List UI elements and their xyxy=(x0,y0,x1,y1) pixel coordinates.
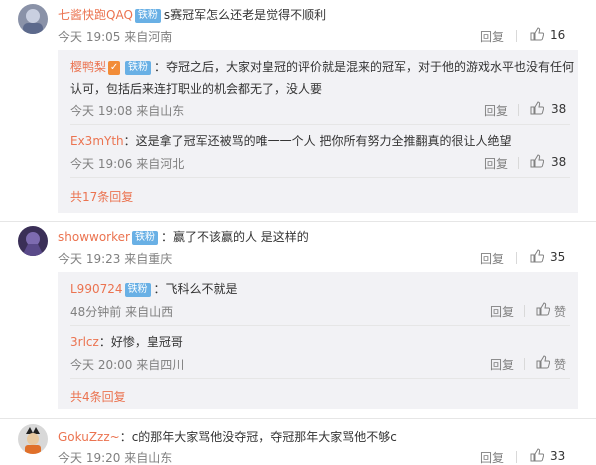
reply-button[interactable]: 回复 xyxy=(480,28,504,45)
reply-button[interactable]: 回复 xyxy=(490,356,514,373)
reply-text: ：飞科么不就是 xyxy=(153,282,238,296)
comment-meta: 今天 19:20 来自山东 xyxy=(58,451,173,465)
thumbs-up-icon[interactable] xyxy=(536,355,551,369)
divider xyxy=(518,157,519,169)
reply-meta: 今天 20:00 来自四川 xyxy=(70,358,185,372)
more-replies-link[interactable]: 共4条回复 xyxy=(70,388,126,405)
reply-text: ：好惨，皇冠哥 xyxy=(98,335,183,349)
thumbs-up-icon[interactable] xyxy=(530,101,545,115)
like-count: 33 xyxy=(550,449,566,463)
divider xyxy=(70,378,570,379)
divider xyxy=(516,451,517,463)
reply-meta: 48分钟前 来自山西 xyxy=(70,305,174,319)
reply-username[interactable]: L990724 xyxy=(70,282,123,296)
divider xyxy=(70,124,570,125)
reply-username[interactable]: Ex3mYth xyxy=(70,134,124,148)
divider xyxy=(70,325,570,326)
divider xyxy=(0,418,596,419)
like-count: 赞 xyxy=(554,358,567,372)
reply-button[interactable]: 回复 xyxy=(484,155,508,172)
reply-username[interactable]: 3rlcz xyxy=(70,335,99,349)
reply-button[interactable]: 回复 xyxy=(490,303,514,320)
comment-meta: 今天 19:23 来自重庆 xyxy=(58,252,173,266)
like-count: 赞 xyxy=(554,305,567,319)
reply-text: ：夺冠之后，大家对皇冠的评价就是混来的冠军，对于他的游戏水平也没有任何 xyxy=(154,60,575,74)
vip-icon: ✓ xyxy=(108,61,121,75)
avatar[interactable] xyxy=(18,424,48,454)
comment-text: s赛冠军怎么还老是觉得不顺利 xyxy=(163,8,327,22)
fan-badge: 铁粉 xyxy=(124,283,151,297)
reply-meta: 今天 19:08 来自山东 xyxy=(70,104,185,118)
thumbs-up-icon[interactable] xyxy=(536,302,551,316)
comment-username[interactable]: 七酱快跑QAQ xyxy=(58,8,133,22)
thumbs-up-icon[interactable] xyxy=(530,448,545,462)
divider xyxy=(518,104,519,116)
reply-username[interactable]: 樱鸭梨 xyxy=(70,60,106,74)
fan-badge: 铁粉 xyxy=(131,231,158,245)
comment-username[interactable]: GokuZzz~ xyxy=(58,430,120,444)
like-count: 38 xyxy=(551,102,567,116)
avatar[interactable] xyxy=(18,226,48,256)
divider xyxy=(524,358,525,370)
divider xyxy=(524,305,525,317)
divider xyxy=(516,30,517,42)
thumbs-up-icon[interactable] xyxy=(530,27,545,41)
comment-text: ：赢了不该赢的人 是这样的 xyxy=(160,230,309,244)
reply-meta: 今天 19:06 来自河北 xyxy=(70,157,185,171)
more-replies-link[interactable]: 共17条回复 xyxy=(70,188,133,205)
thumbs-up-icon[interactable] xyxy=(530,249,545,263)
reply-button[interactable]: 回复 xyxy=(480,449,504,465)
avatar[interactable] xyxy=(18,4,48,34)
reply-button[interactable]: 回复 xyxy=(484,102,508,119)
fan-badge: 铁粉 xyxy=(125,61,152,75)
fan-badge: 铁粉 xyxy=(134,9,161,23)
reply-button[interactable]: 回复 xyxy=(480,250,504,267)
divider xyxy=(70,177,570,178)
reply-text-cont: 认可，包括后来连打职业的机会都无了，没人要 xyxy=(70,82,323,96)
thumbs-up-icon[interactable] xyxy=(530,154,545,168)
like-count: 16 xyxy=(550,28,566,42)
reply-text: ：这是拿了冠军还被骂的唯一一个人 把你所有努力全推翻真的很让人绝望 xyxy=(123,134,512,148)
divider xyxy=(0,221,596,222)
comment-username[interactable]: showworker xyxy=(58,230,130,244)
comment-text: ：c的那年大家骂他没夺冠，夺冠那年大家骂他不够c xyxy=(119,430,397,444)
comment-meta: 今天 19:05 来自河南 xyxy=(58,30,173,44)
like-count: 35 xyxy=(550,250,566,264)
like-count: 38 xyxy=(551,155,567,169)
divider xyxy=(516,252,517,264)
